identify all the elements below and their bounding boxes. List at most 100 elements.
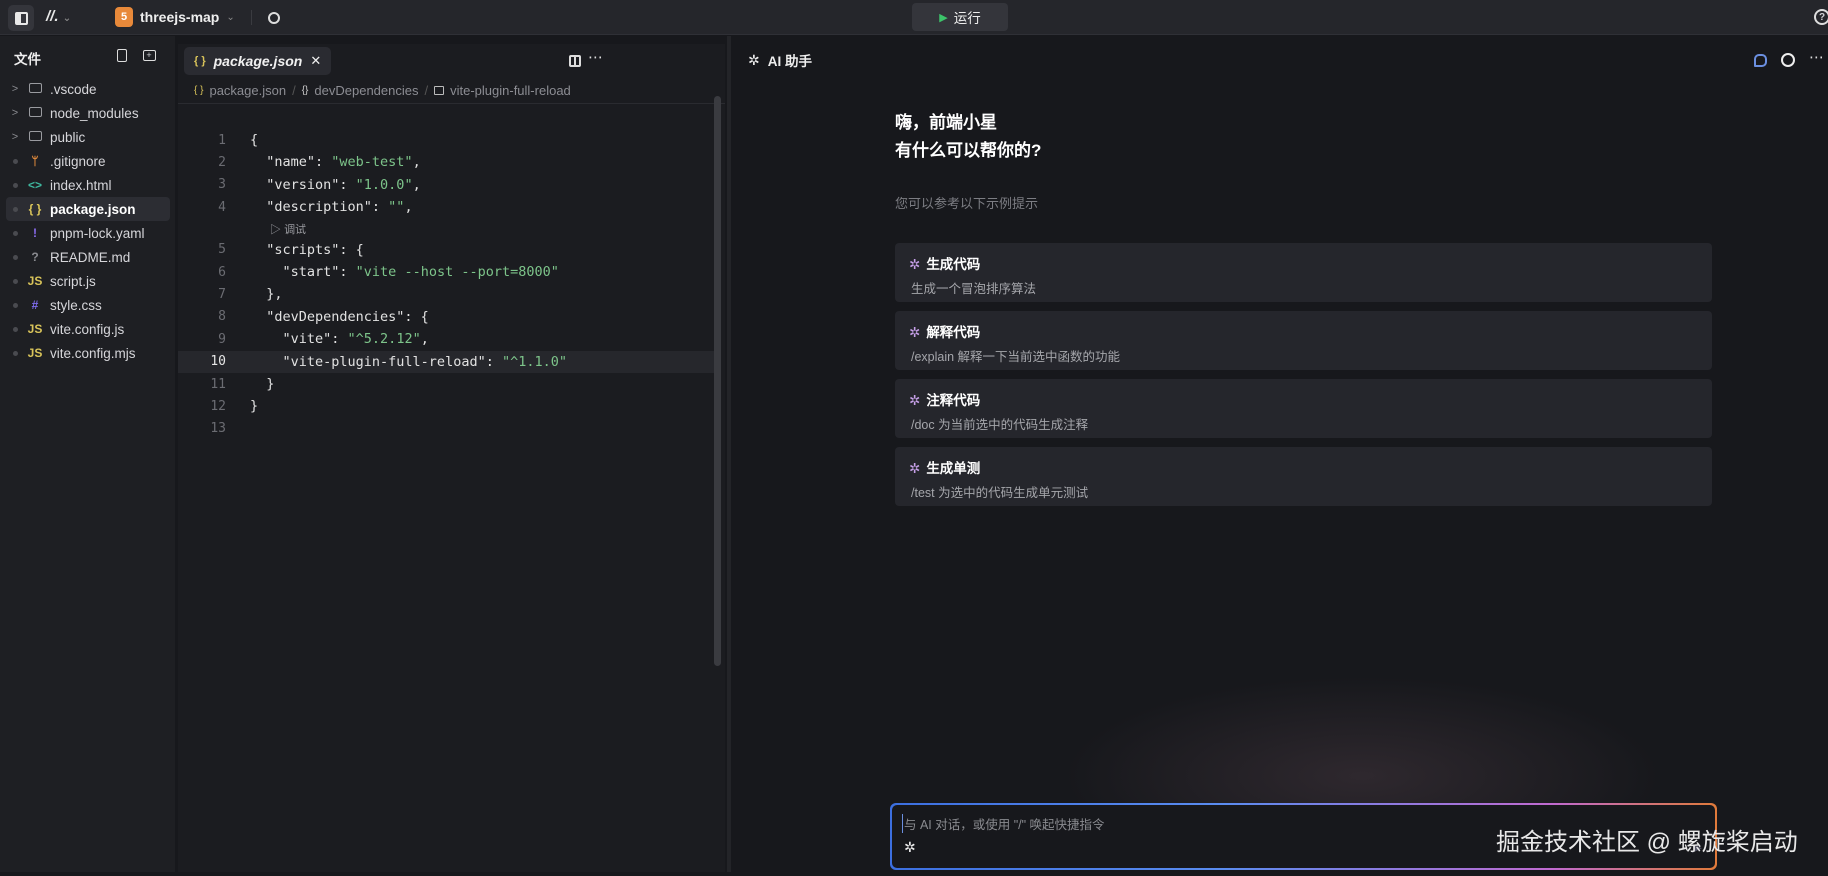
bullet-icon [6, 254, 24, 260]
run-button[interactable]: ▶ 运行 [912, 3, 1008, 31]
file-item[interactable]: { } package.json [6, 197, 170, 221]
file-name: index.html [50, 177, 112, 193]
file-name: package.json [50, 201, 136, 217]
code-text: "vite-plugin-full-reload": [250, 353, 502, 370]
folder-icon [24, 82, 46, 96]
code-text: } [250, 398, 259, 415]
breadcrumb-item[interactable]: package.json [209, 83, 286, 98]
prompt-hint: 您可以参考以下示例提示 [895, 196, 1039, 211]
info-icon: ? [31, 250, 39, 264]
file-explorer: 文件 + > .vscode > node_modules > public ᛘ .gitig… [0, 36, 175, 872]
card-title: 生成代码 [926, 257, 981, 272]
json-icon: { } [194, 85, 204, 96]
code-string: "1.0.0" [355, 176, 413, 193]
debug-codelens[interactable]: ▷ 调试 [270, 221, 306, 237]
sparkle-icon: ✲ [909, 257, 921, 272]
help-icon: ? [1818, 11, 1826, 23]
chat-input[interactable]: 与 AI 对话，或使用 "/" 唤起快捷指令 [902, 814, 1105, 833]
file-item[interactable]: > .vscode [6, 77, 170, 101]
js-icon: JS [27, 274, 43, 288]
prompt-card[interactable]: ✲ 解释代码/explain 解释一下当前选中函数的功能 [895, 311, 1712, 370]
bullet-icon [6, 302, 24, 308]
breadcrumb-item[interactable]: devDependencies [314, 83, 418, 98]
chevron-right-icon: > [11, 131, 19, 143]
split-editor-button[interactable] [564, 50, 586, 72]
ai-assistant-panel: ✲ AI 助手 ⋯ 嗨，前端小星 有什么可以帮你的? 您可以参考以下示例提示 ✲… [732, 36, 1828, 876]
code-text: "scripts": { [250, 241, 364, 258]
file-item[interactable]: JS vite.config.js [6, 317, 170, 341]
file-item[interactable]: # style.css [6, 293, 170, 317]
code-line[interactable]: 3 "version": "1.0.0", [178, 174, 715, 196]
new-chat-button[interactable] [1752, 52, 1768, 68]
code-string: "" [388, 199, 405, 216]
file-item[interactable]: JS script.js [6, 269, 170, 293]
file-name: vite.config.js [50, 321, 125, 337]
code-string: "^1.1.0" [501, 353, 567, 370]
new-folder-button[interactable]: + [140, 46, 158, 64]
tab-package-json[interactable]: { } package.json ✕ [184, 47, 332, 75]
code-line[interactable]: 5 "scripts": { [178, 239, 715, 261]
object-icon: {} [301, 85, 309, 96]
code-punct: , [420, 331, 429, 348]
card-title: 生成单测 [926, 461, 981, 476]
code-line[interactable]: 7 }, [178, 283, 715, 305]
file-item[interactable]: ? README.md [6, 245, 170, 269]
bullet-icon [6, 182, 24, 188]
card-description: 生成一个冒泡排序算法 [911, 282, 1037, 296]
scrollbar[interactable] [714, 96, 721, 666]
more-button[interactable]: ⋯ [1809, 48, 1824, 66]
sparkle-icon: ✲ [909, 461, 921, 476]
explorer-title: 文件 [14, 52, 41, 67]
code-line[interactable]: 1{ [178, 129, 715, 151]
logo-icon: //. [46, 8, 59, 25]
line-number: 13 [210, 421, 226, 437]
help-button[interactable]: ? [1814, 9, 1828, 25]
run-label: 运行 [953, 11, 981, 26]
new-file-button[interactable] [113, 46, 131, 64]
toggle-sidebar-button[interactable] [8, 5, 34, 31]
card-title: 注释代码 [926, 393, 981, 408]
code-line[interactable]: 4 "description": "", [178, 196, 715, 218]
file-item[interactable]: ᛘ .gitignore [6, 149, 170, 173]
search-button[interactable] [262, 6, 286, 30]
bullet-icon [6, 278, 24, 284]
code-punct: , [412, 176, 421, 193]
file-item[interactable]: ! pnpm-lock.yaml [6, 221, 170, 245]
js-icon: JS [27, 346, 43, 360]
top-bar: //. ⌄ 5 threejs-map ⌄ ▶ 运行 ? [0, 0, 1828, 35]
prompt-card[interactable]: ✲ 生成单测/test 为选中的代码生成单元测试 [895, 447, 1712, 506]
file-item[interactable]: JS vite.config.mjs [6, 341, 170, 365]
breadcrumb-item[interactable]: vite-plugin-full-reload [450, 83, 571, 98]
code-line[interactable]: 9 "vite": "^5.2.12", [178, 328, 715, 350]
logo-menu-button[interactable]: //. ⌄ [46, 8, 71, 25]
sparkle-icon[interactable]: ✲ [904, 839, 916, 856]
code-line[interactable]: 2 "name": "web-test", [178, 151, 715, 173]
code-string: "web-test" [331, 154, 413, 171]
project-selector[interactable]: 5 threejs-map ⌄ [115, 7, 235, 27]
folder-icon [24, 130, 46, 144]
prompt-card[interactable]: ✲ 注释代码/doc 为当前选中的代码生成注释 [895, 379, 1712, 438]
file-name: vite.config.mjs [50, 345, 136, 361]
more-button[interactable]: ⋯ [588, 48, 603, 66]
new-file-icon [117, 48, 127, 62]
close-icon[interactable]: ✕ [310, 53, 321, 69]
line-number: 4 [218, 199, 226, 215]
sparkle-icon: ✲ [909, 393, 921, 408]
code-line[interactable]: 10 "vite-plugin-full-reload": "^1.1.0" [178, 350, 715, 373]
history-button[interactable] [1780, 52, 1796, 68]
pane-divider[interactable] [727, 36, 731, 872]
code-line[interactable]: 12} [178, 395, 715, 417]
code-text: "description": [250, 199, 389, 216]
file-item[interactable]: > node_modules [6, 101, 170, 125]
sidebar-icon [14, 11, 28, 25]
file-item[interactable]: <> index.html [6, 173, 170, 197]
file-item[interactable]: > public [6, 125, 170, 149]
code-text: "name": [250, 154, 332, 171]
breadcrumb: { } package.json / {} devDependencies / vi… [178, 78, 725, 104]
code-line[interactable]: 11 } [178, 373, 715, 395]
code-string: "^5.2.12" [347, 331, 421, 348]
code-line[interactable]: 6 "start": "vite --host --port=8000" [178, 261, 715, 283]
code-line[interactable]: 13 [178, 418, 715, 440]
code-line[interactable]: 8 "devDependencies": { [178, 306, 715, 328]
prompt-card[interactable]: ✲ 生成代码生成一个冒泡排序算法 [895, 243, 1712, 302]
